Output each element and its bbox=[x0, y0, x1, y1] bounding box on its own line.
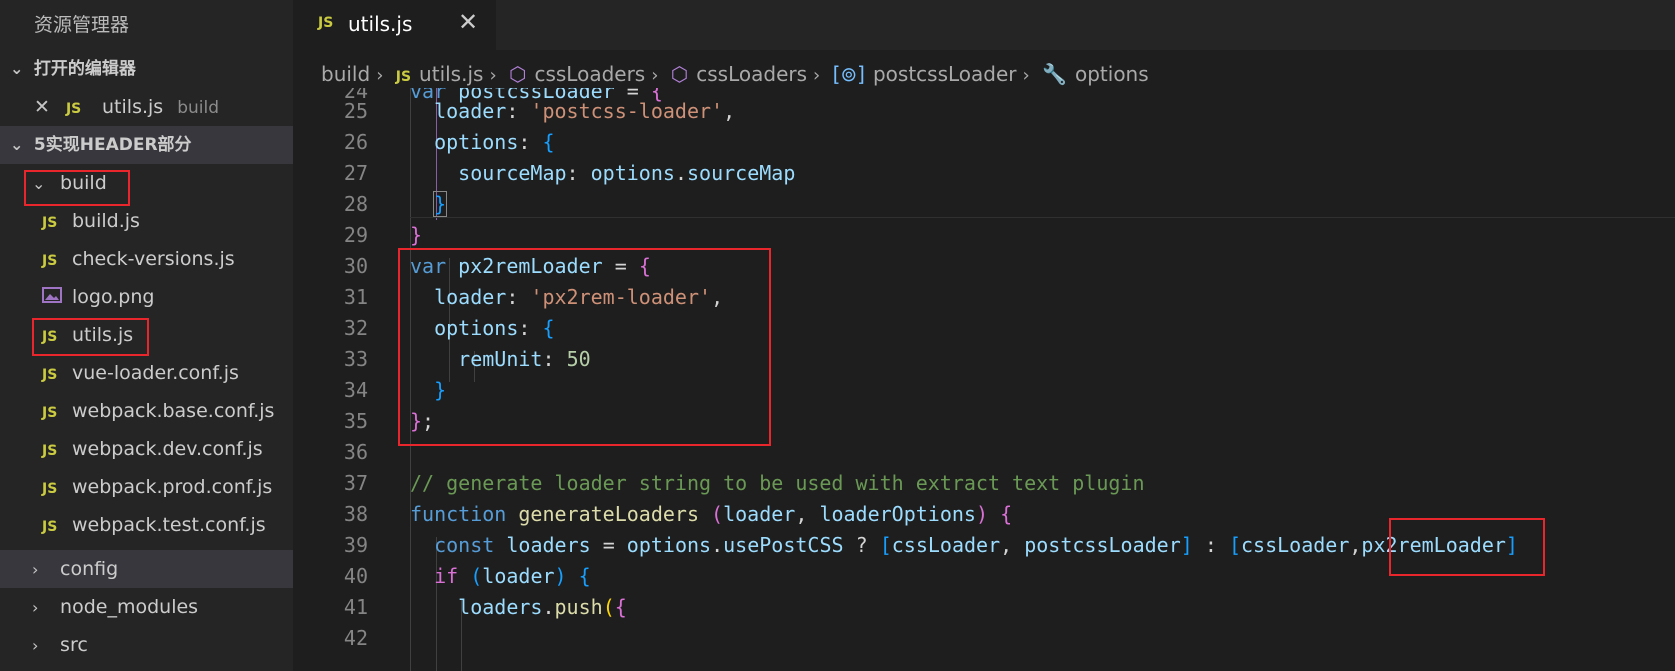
open-editors-header[interactable]: ⌄ 打开的编辑器 bbox=[0, 50, 293, 88]
file-item[interactable]: JS webpack.prod.conf.js bbox=[0, 468, 293, 506]
js-file-icon: JS bbox=[42, 215, 58, 231]
code-line: 42 bbox=[343, 626, 368, 650]
file-item[interactable]: logo.png bbox=[0, 278, 293, 316]
explorer-sidebar: 资源管理器 ⌄ 打开的编辑器 ✕ JS utils.js build ⌄ 5实现… bbox=[0, 0, 293, 671]
highlight-box-px2rem-block bbox=[398, 248, 771, 446]
highlight-box-build bbox=[24, 170, 130, 206]
breadcrumb-item[interactable]: utils.js bbox=[419, 62, 483, 86]
wrench-icon: 🔧 bbox=[1042, 62, 1067, 86]
file-item[interactable]: JS check-versions.js bbox=[0, 240, 293, 278]
highlight-box-utils bbox=[32, 318, 149, 356]
js-file-icon: JS bbox=[42, 367, 58, 383]
close-icon[interactable]: ✕ bbox=[34, 96, 50, 118]
folder-config[interactable]: › config bbox=[0, 550, 293, 588]
file-item[interactable]: JS webpack.base.conf.js bbox=[0, 392, 293, 430]
code-line: 25 loader: 'postcss-loader', bbox=[343, 99, 736, 123]
code-line: 28 } bbox=[343, 191, 448, 217]
code-line: 27 sourceMap: options.sourceMap bbox=[343, 161, 796, 185]
js-file-icon: JS bbox=[318, 15, 334, 31]
code-line: 26 options: { bbox=[343, 130, 555, 154]
file-item[interactable]: JS vue-loader.conf.js bbox=[0, 354, 293, 392]
js-file-icon: JS bbox=[42, 519, 58, 535]
code-line: 41 loaders.push({ bbox=[343, 595, 627, 619]
js-file-icon: JS bbox=[65, 101, 82, 117]
image-file-icon bbox=[42, 278, 72, 316]
code-line: 29} bbox=[343, 223, 423, 247]
editor-area: JS utils.js ✕ build › JS utils.js › ⬡ cssLoa… bbox=[293, 0, 1675, 671]
tab-utils-js[interactable]: JS utils.js ✕ bbox=[293, 0, 496, 50]
chevron-right-icon: › bbox=[32, 560, 39, 579]
chevron-right-icon: › bbox=[651, 65, 659, 86]
code-line: 37// generate loader string to be used w… bbox=[343, 471, 1145, 495]
breadcrumb-item[interactable]: cssLoaders bbox=[534, 62, 645, 86]
breadcrumb-item[interactable]: build bbox=[321, 62, 370, 86]
cube-icon: ⬡ bbox=[670, 62, 689, 86]
chevron-down-icon: ⌄ bbox=[10, 135, 24, 154]
breadcrumb-item[interactable]: options bbox=[1075, 62, 1149, 86]
breadcrumb-item[interactable]: cssLoaders bbox=[696, 62, 807, 86]
project-header[interactable]: ⌄ 5实现HEADER部分 bbox=[0, 126, 293, 164]
file-item[interactable]: JS build.js bbox=[0, 202, 293, 240]
code-editor[interactable]: 24 var postcssLoader = { 25 loader: 'post… bbox=[293, 88, 1675, 671]
highlight-box-px2rem-ref bbox=[1389, 518, 1545, 576]
chevron-right-icon: › bbox=[376, 65, 384, 86]
js-file-icon: JS bbox=[42, 481, 58, 497]
breadcrumb-item[interactable]: postcssLoader bbox=[873, 62, 1017, 86]
cube-icon: ⬡ bbox=[509, 62, 527, 86]
chevron-right-icon: › bbox=[489, 65, 497, 86]
variable-icon: [⊚] bbox=[832, 62, 865, 86]
chevron-right-icon: › bbox=[1022, 65, 1030, 86]
folder-node-modules[interactable]: › node_modules bbox=[0, 588, 293, 626]
chevron-down-icon: ⌄ bbox=[10, 59, 24, 78]
sidebar-title: 资源管理器 bbox=[34, 14, 130, 36]
chevron-right-icon: › bbox=[32, 636, 39, 655]
chevron-right-icon: › bbox=[813, 65, 821, 86]
js-file-icon: JS bbox=[42, 253, 58, 269]
close-icon[interactable]: ✕ bbox=[458, 8, 478, 36]
file-item[interactable]: JS webpack.test.conf.js bbox=[0, 506, 293, 544]
tab-bar: JS utils.js ✕ bbox=[293, 0, 1675, 50]
file-item[interactable]: JS webpack.dev.conf.js bbox=[0, 430, 293, 468]
js-file-icon: JS bbox=[42, 405, 58, 421]
folder-src[interactable]: › src bbox=[0, 626, 293, 664]
open-editor-item[interactable]: ✕ JS utils.js build bbox=[0, 88, 293, 126]
chevron-right-icon: › bbox=[32, 598, 39, 617]
js-file-icon: JS bbox=[42, 443, 58, 459]
